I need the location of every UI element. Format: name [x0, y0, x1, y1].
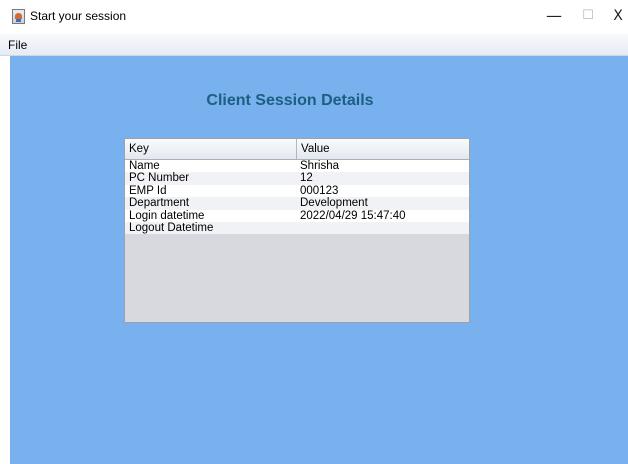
application-window: Start your session — ☐ X File Client Ses… — [0, 0, 628, 464]
java-app-icon[interactable] — [12, 9, 25, 24]
menu-bar: File — [0, 34, 628, 56]
table-row[interactable]: PC Number 12 — [125, 172, 469, 185]
menu-item-file[interactable]: File — [8, 38, 27, 52]
table-body: Name Shrisha PC Number 12 EMP Id 000123 … — [125, 160, 469, 235]
maximize-button[interactable]: ☐ — [574, 4, 602, 28]
table-header: Key Value — [125, 139, 469, 160]
page-title: Client Session Details — [206, 92, 374, 109]
column-header-key[interactable]: Key — [125, 139, 297, 159]
window-title: Start your session — [30, 9, 127, 23]
minimize-button[interactable]: — — [540, 4, 568, 28]
cell-value: 2022/04/29 15:47:40 — [300, 209, 406, 222]
session-details-table[interactable]: Key Value Name Shrisha PC Number 12 EMP … — [124, 138, 470, 323]
column-header-value[interactable]: Value — [297, 139, 469, 159]
cell-key: Logout Datetime — [129, 221, 214, 234]
title-bar[interactable]: Start your session — ☐ X — [0, 0, 628, 34]
content-panel: Client Session Details Key Value Name Sh… — [10, 56, 628, 464]
close-button[interactable]: X — [604, 4, 628, 28]
table-row[interactable]: Logout Datetime — [125, 221, 469, 235]
